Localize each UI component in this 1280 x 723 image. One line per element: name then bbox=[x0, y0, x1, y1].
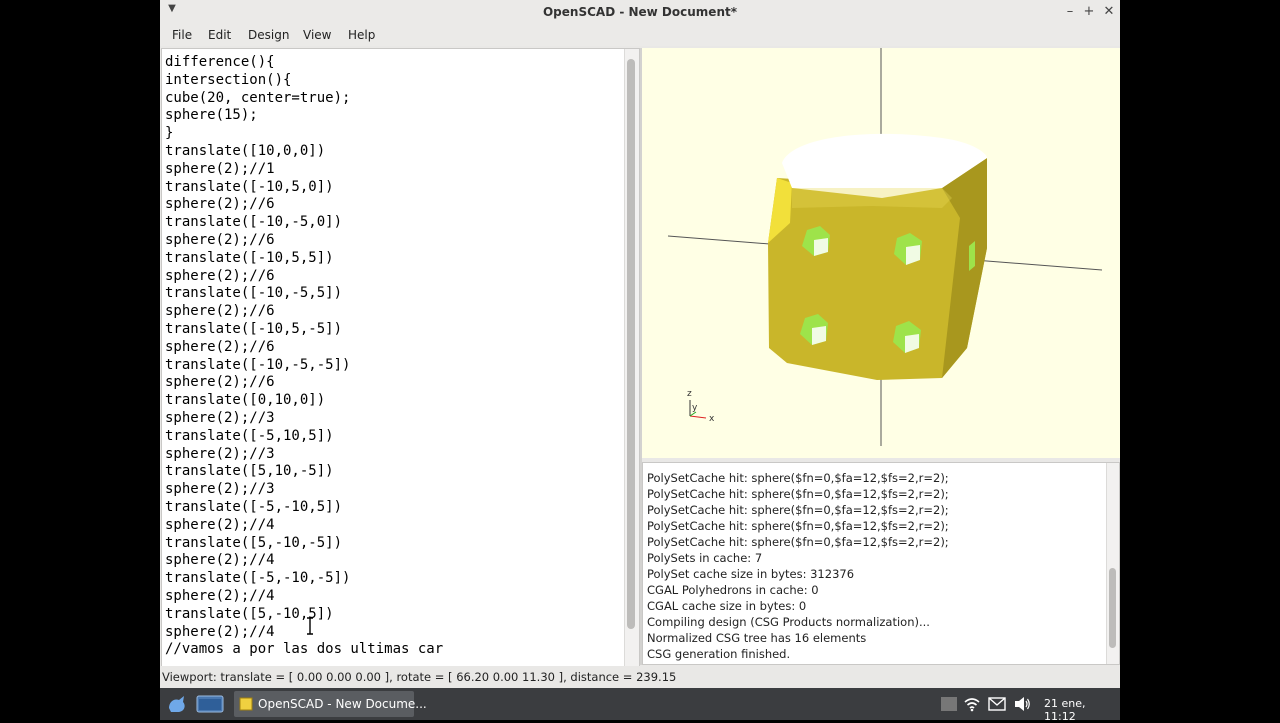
console-line: PolySets in cache: 7 bbox=[647, 551, 763, 565]
3d-viewport[interactable]: z y x bbox=[642, 48, 1120, 458]
mail-icon[interactable] bbox=[988, 697, 1006, 711]
code-line: translate([5,10,-5]) bbox=[165, 463, 334, 480]
code-line: sphere(2);//6 bbox=[165, 338, 275, 355]
console-line: Total rendering time: 0 hours, 0 minutes… bbox=[647, 663, 944, 664]
console-line: PolySet cache size in bytes: 312376 bbox=[647, 567, 855, 581]
code-editor[interactable]: difference(){intersection(){cube(20, cen… bbox=[161, 48, 640, 667]
console-line: CGAL cache size in bytes: 0 bbox=[647, 599, 807, 613]
menu-bar: File Edit Design View Help bbox=[160, 24, 1120, 46]
code-line: translate([-10,-5,-5]) bbox=[165, 356, 351, 373]
close-icon[interactable]: ✕ bbox=[1101, 4, 1117, 19]
menu-design[interactable]: Design bbox=[248, 28, 289, 42]
code-line: translate([0,10,0]) bbox=[165, 392, 326, 409]
code-line: translate([5,-10,-5]) bbox=[165, 534, 343, 551]
console-line: Compiling design (CSG Products normaliza… bbox=[647, 615, 930, 629]
title-bar[interactable]: ▼ OpenSCAD - New Document* – + ✕ bbox=[160, 0, 1120, 25]
console-line: Normalized CSG tree has 16 elements bbox=[647, 631, 867, 645]
code-line: translate([10,0,0]) bbox=[165, 143, 326, 159]
code-line: sphere(2);//4 bbox=[165, 588, 275, 604]
editor-scrollbar[interactable] bbox=[624, 49, 639, 666]
console-line: PolySetCache hit: sphere($fn=0,$fa=12,$f… bbox=[647, 535, 949, 549]
code-line: translate([-10,5,5]) bbox=[165, 249, 334, 266]
wifi-icon[interactable] bbox=[963, 696, 981, 712]
status-bar: Viewport: translate = [ 0.00 0.00 0.00 ]… bbox=[160, 666, 1120, 688]
maximize-icon[interactable]: + bbox=[1081, 4, 1097, 19]
code-line: sphere(2);//6 bbox=[165, 374, 275, 391]
code-line: sphere(2);//6 bbox=[165, 232, 275, 248]
show-desktop-icon[interactable] bbox=[196, 694, 224, 714]
viewport-status: Viewport: translate = [ 0.00 0.00 0.00 ]… bbox=[162, 670, 677, 684]
code-line: translate([-10,-5,0]) bbox=[165, 214, 343, 231]
axis-z-label: z bbox=[687, 389, 692, 399]
console-line: PolySetCache hit: sphere($fn=0,$fa=12,$f… bbox=[647, 487, 949, 501]
editor-scroll-thumb[interactable] bbox=[627, 59, 635, 629]
code-line: translate([-5,10,5]) bbox=[165, 427, 334, 444]
tray-app-icon[interactable] bbox=[940, 696, 958, 712]
console-line: PolySetCache hit: sphere($fn=0,$fa=12,$f… bbox=[647, 471, 949, 485]
side-pip bbox=[969, 241, 975, 271]
code-line: sphere(2);//4 bbox=[165, 516, 275, 533]
console-scroll-thumb[interactable] bbox=[1109, 568, 1116, 648]
code-line: sphere(2);//4 bbox=[165, 552, 275, 569]
taskbar-app-label: OpenSCAD - New Docume... bbox=[258, 697, 427, 711]
clock[interactable]: 21 ene, 11:12 bbox=[1044, 697, 1120, 723]
code-line: sphere(2);//6 bbox=[165, 196, 275, 213]
taskbar: OpenSCAD - New Docume... 21 ene, 11:12 bbox=[160, 688, 1120, 723]
axis-x-label: x bbox=[709, 414, 715, 424]
code-line: translate([-10,5,0]) bbox=[165, 178, 334, 195]
console-scrollbar[interactable] bbox=[1106, 463, 1119, 664]
console-line: CSG generation finished. bbox=[647, 647, 791, 661]
menu-help[interactable]: Help bbox=[348, 28, 375, 42]
code-line: sphere(2);//4 bbox=[165, 623, 275, 640]
code-line: intersection(){ bbox=[165, 71, 292, 88]
die-model bbox=[768, 133, 987, 380]
xfce-menu-icon[interactable] bbox=[166, 694, 188, 714]
render-canvas: z y x bbox=[667, 48, 1103, 446]
code-line: cube(20, center=true); bbox=[165, 89, 351, 106]
code-line: sphere(2);//3 bbox=[165, 445, 275, 462]
code-line: translate([-5,-10,-5]) bbox=[165, 570, 351, 587]
volume-icon[interactable] bbox=[1013, 695, 1031, 713]
code-line: sphere(2);//1 bbox=[165, 160, 275, 177]
console-line: PolySetCache hit: sphere($fn=0,$fa=12,$f… bbox=[647, 519, 949, 533]
console-panel[interactable]: PolySetCache hit: sphere($fn=0,$fa=12,$f… bbox=[642, 462, 1120, 665]
openscad-app-icon bbox=[239, 697, 253, 711]
taskbar-openscad-button[interactable]: OpenSCAD - New Docume... bbox=[234, 691, 427, 717]
text-cursor-icon bbox=[307, 617, 313, 635]
console-line: CGAL Polyhedrons in cache: 0 bbox=[647, 583, 819, 597]
code-line: sphere(2);//6 bbox=[165, 267, 275, 284]
axis-y-label: y bbox=[692, 403, 698, 413]
code-line: difference(){ bbox=[165, 54, 275, 70]
code-line: } bbox=[165, 125, 174, 142]
menu-view[interactable]: View bbox=[303, 28, 331, 42]
code-line: sphere(2);//3 bbox=[165, 410, 275, 426]
code-line: translate([-10,5,-5]) bbox=[165, 321, 343, 337]
code-line: translate([-10,-5,5]) bbox=[165, 285, 343, 302]
window-title: OpenSCAD - New Document* bbox=[542, 5, 737, 19]
code-line: translate([-5,-10,5]) bbox=[165, 499, 343, 515]
menu-edit[interactable]: Edit bbox=[208, 28, 231, 42]
openscad-window: ▼ OpenSCAD - New Document* – + ✕ File Ed… bbox=[160, 0, 1120, 688]
console-line: PolySetCache hit: sphere($fn=0,$fa=12,$f… bbox=[647, 503, 949, 517]
code-line: sphere(15); bbox=[165, 107, 258, 124]
minimize-icon[interactable]: – bbox=[1062, 4, 1078, 19]
menu-file[interactable]: File bbox=[172, 28, 192, 42]
code-line: sphere(2);//6 bbox=[165, 303, 275, 320]
axis-gizmo: z y x bbox=[687, 389, 715, 424]
code-line: sphere(2);//3 bbox=[165, 481, 275, 498]
code-line: //vamos a por las dos ultimas car bbox=[165, 641, 444, 658]
